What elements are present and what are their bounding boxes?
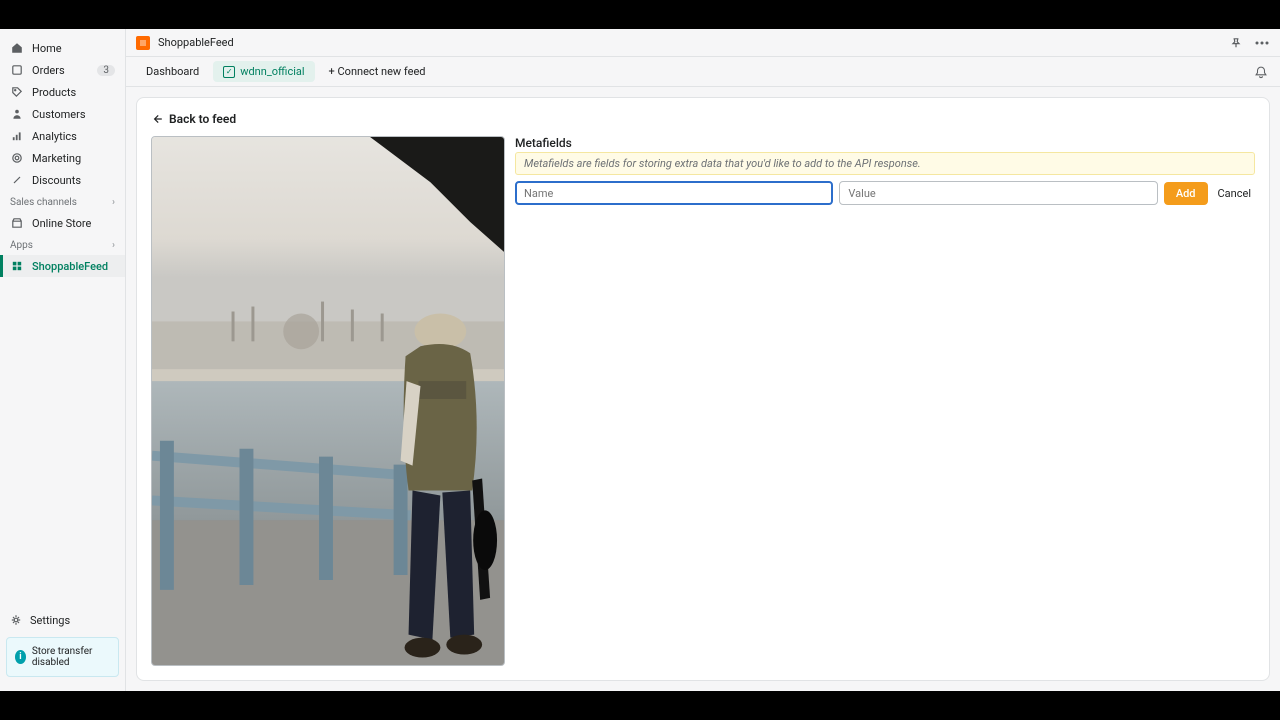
metafield-name-input[interactable] [515,181,833,205]
nav-online-store[interactable]: Online Store [0,212,125,234]
panel: Back to feed [136,97,1270,681]
pin-icon[interactable] [1228,35,1244,51]
app-logo [136,36,150,50]
nav-label: Discounts [32,174,115,187]
metafield-form: Add Cancel [515,181,1255,205]
tab-label: wdnn_official [240,65,304,78]
media-preview [151,136,505,666]
tab-connect[interactable]: + Connect new feed [319,61,436,82]
add-button[interactable]: Add [1164,182,1208,205]
gear-icon [10,614,22,626]
settings-label: Settings [30,614,70,627]
nav-label: ShoppableFeed [32,260,115,273]
more-icon[interactable] [1254,35,1270,51]
nav-label: Marketing [32,152,115,165]
nav-label: Customers [32,108,115,121]
section-label: Sales channels [10,197,77,208]
content: Back to feed [126,87,1280,691]
nav-label: Home [32,42,115,55]
app-header: ShoppableFeed [126,29,1280,57]
chevron-right-icon: › [112,240,115,251]
discounts-icon [10,173,24,187]
tab-label: + Connect new feed [329,65,426,78]
apps-header[interactable]: Apps › [0,234,125,255]
tab-feed[interactable]: ✓ wdnn_official [213,61,314,82]
nav-customers[interactable]: Customers [0,103,125,125]
nav-marketing[interactable]: Marketing [0,147,125,169]
sidebar: Home Orders 3 Products Customers Analy [0,29,126,691]
main-area: ShoppableFeed Dashboard ✓ wdnn_official … [126,29,1280,691]
chevron-right-icon: › [112,197,115,208]
notifications-icon[interactable] [1252,63,1270,81]
nav-label: Analytics [32,130,115,143]
sales-channels-header[interactable]: Sales channels › [0,191,125,212]
orders-icon [10,63,24,77]
nav-label: Orders [32,64,89,77]
app-icon [10,259,24,273]
metafields-area: Metafields Metafields are fields for sto… [515,136,1255,666]
nav-products[interactable]: Products [0,81,125,103]
back-link[interactable]: Back to feed [151,112,1255,126]
info-icon: i [15,650,26,664]
transfer-banner: i Store transfer disabled [6,637,119,677]
nav-orders[interactable]: Orders 3 [0,59,125,81]
nav-settings[interactable]: Settings [0,609,125,631]
tab-dashboard[interactable]: Dashboard [136,61,209,82]
metafields-description: Metafields are fields for storing extra … [515,152,1255,175]
products-icon [10,85,24,99]
store-icon [10,216,24,230]
nav-shoppablefeed[interactable]: ShoppableFeed [0,255,125,277]
app-name: ShoppableFeed [158,36,1220,49]
tabs-row: Dashboard ✓ wdnn_official + Connect new … [126,57,1280,87]
tab-label: Dashboard [146,65,199,78]
transfer-text: Store transfer disabled [32,646,110,668]
marketing-icon [10,151,24,165]
nav-label: Online Store [32,217,115,230]
section-label: Apps [10,240,33,251]
cancel-button[interactable]: Cancel [1214,182,1255,205]
orders-badge: 3 [97,65,115,76]
nav-discounts[interactable]: Discounts [0,169,125,191]
home-icon [10,41,24,55]
arrow-left-icon [151,113,163,125]
nav-analytics[interactable]: Analytics [0,125,125,147]
metafields-title: Metafields [515,136,1255,150]
customers-icon [10,107,24,121]
back-label: Back to feed [169,112,236,126]
nav-home[interactable]: Home [0,37,125,59]
nav-label: Products [32,86,115,99]
analytics-icon [10,129,24,143]
feed-icon: ✓ [223,66,235,78]
metafield-value-input[interactable] [839,181,1157,205]
